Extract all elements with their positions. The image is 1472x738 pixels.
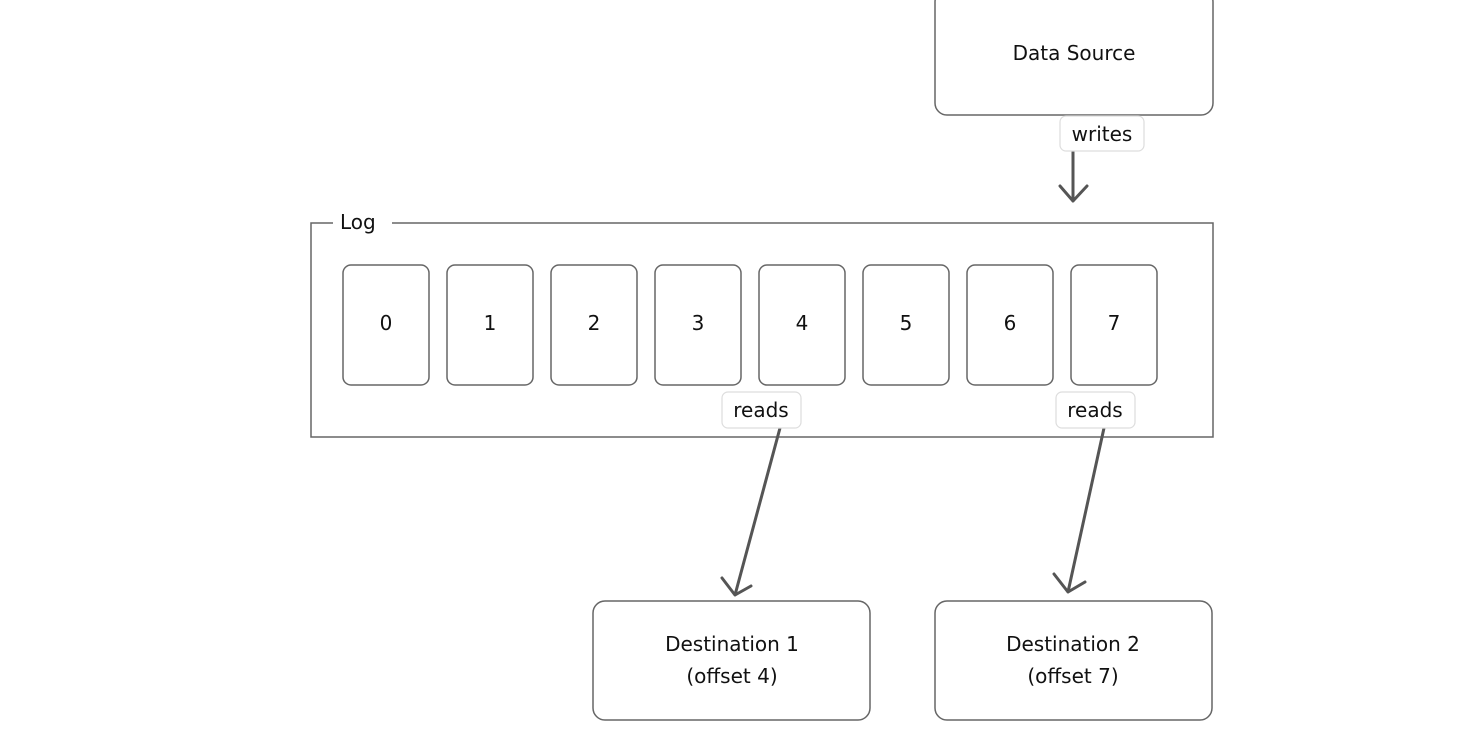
log-cell: 6: [966, 264, 1054, 386]
log-cell-offset: 2: [588, 311, 601, 335]
log-cell: 7: [1070, 264, 1158, 386]
log-cell: 0: [342, 264, 430, 386]
log-cell: 5: [862, 264, 950, 386]
destination-2-offset: (offset 7): [1027, 664, 1118, 688]
destination-2-name: Destination 2: [1006, 632, 1140, 656]
reads-arrow-1: [720, 426, 782, 597]
data-source-node: Data Source: [934, 0, 1214, 116]
reads-edge-2: reads: [1052, 391, 1136, 594]
reads-arrow-2: [1052, 426, 1106, 594]
reads-edge-1: reads: [720, 391, 802, 597]
log-cell: 1: [446, 264, 534, 386]
destination-1-name: Destination 1: [665, 632, 799, 656]
log-cell-offset: 7: [1108, 311, 1121, 335]
reads-label-2: reads: [1067, 398, 1122, 422]
destination-2-node: Destination 2 (offset 7): [934, 600, 1213, 721]
log-cell-offset: 4: [796, 311, 809, 335]
reads-label-1: reads: [733, 398, 788, 422]
writes-arrow: [1058, 149, 1089, 203]
log-cell-offset: 1: [484, 311, 497, 335]
log-label: Log: [340, 210, 376, 234]
log-diagram: Data Source writes Log 0 1 2 3 4 5 6 7 reads re…: [310, 0, 1214, 721]
log-cell: 3: [654, 264, 742, 386]
log-cell: 2: [550, 264, 638, 386]
log-cell-offset: 0: [380, 311, 393, 335]
log-cell-offset: 5: [900, 311, 913, 335]
log-cell: 4: [758, 264, 846, 386]
writes-edge: writes: [1058, 115, 1145, 203]
writes-label: writes: [1072, 122, 1133, 146]
destination-1-offset: (offset 4): [686, 664, 777, 688]
log-cell-offset: 3: [692, 311, 705, 335]
data-source-label: Data Source: [1013, 41, 1136, 65]
log-cell-offset: 6: [1004, 311, 1017, 335]
destination-1-node: Destination 1 (offset 4): [592, 600, 871, 721]
